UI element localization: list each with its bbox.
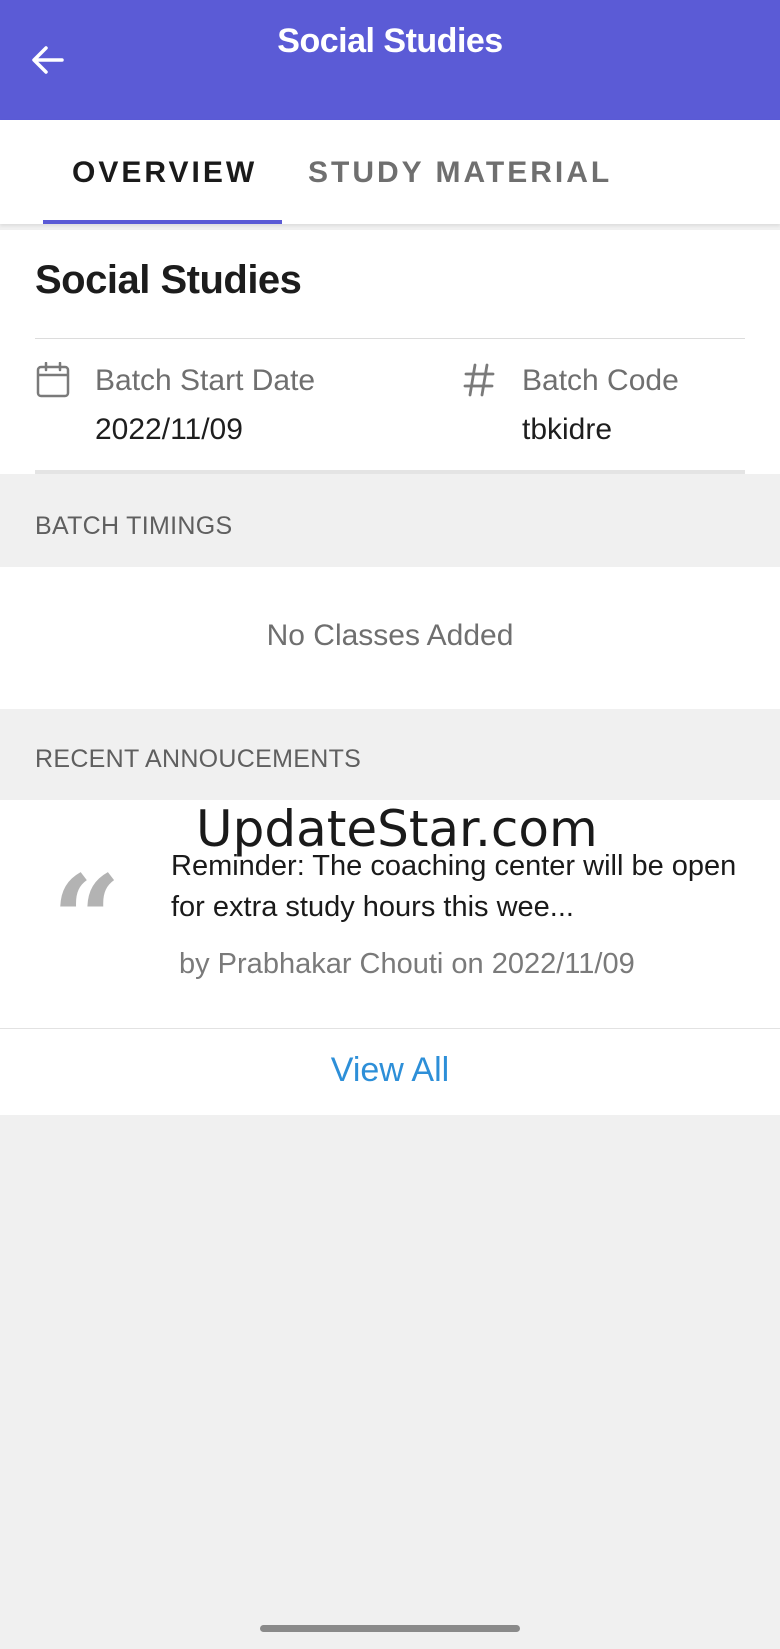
tab-study-material[interactable]: STUDY MATERIAL <box>308 156 612 190</box>
batch-timings-card: No Classes Added <box>0 567 780 709</box>
overview-card: Social Studies Batch Start Date 2022/11/… <box>0 230 780 474</box>
no-classes-message: No Classes Added <box>266 619 514 652</box>
divider <box>35 338 745 339</box>
batch-timings-header: BATCH TIMINGS <box>35 512 233 540</box>
announcement-item[interactable]: “ Reminder: The coaching center will be … <box>0 800 780 1028</box>
batch-start-date-value: 2022/11/09 <box>95 413 243 446</box>
quote-icon: “ <box>52 849 122 990</box>
watermark: UpdateStar.com <box>196 800 598 858</box>
course-title: Social Studies <box>35 258 302 302</box>
tab-overview[interactable]: OVERVIEW <box>72 156 257 190</box>
app-bar: Social Studies <box>0 0 780 120</box>
announcement-meta: by Prabhakar Chouti on 2022/11/09 <box>179 948 635 980</box>
home-indicator[interactable] <box>260 1625 520 1632</box>
view-all-row: View All <box>0 1029 780 1115</box>
tab-bar: OVERVIEW STUDY MATERIAL <box>0 120 780 224</box>
calendar-icon <box>36 361 70 403</box>
recent-announcements-header: RECENT ANNOUCEMENTS <box>35 745 362 773</box>
batch-start-date-label: Batch Start Date <box>95 364 316 397</box>
active-tab-indicator <box>43 220 282 224</box>
divider <box>35 470 745 474</box>
app-bar-title: Social Studies <box>277 22 503 60</box>
batch-code-value: tbkidre <box>522 413 613 446</box>
announcement-text: Reminder: The coaching center will be op… <box>171 850 737 923</box>
batch-code-label: Batch Code <box>522 364 679 397</box>
view-all-link[interactable]: View All <box>0 1051 780 1090</box>
hash-icon <box>462 362 496 406</box>
